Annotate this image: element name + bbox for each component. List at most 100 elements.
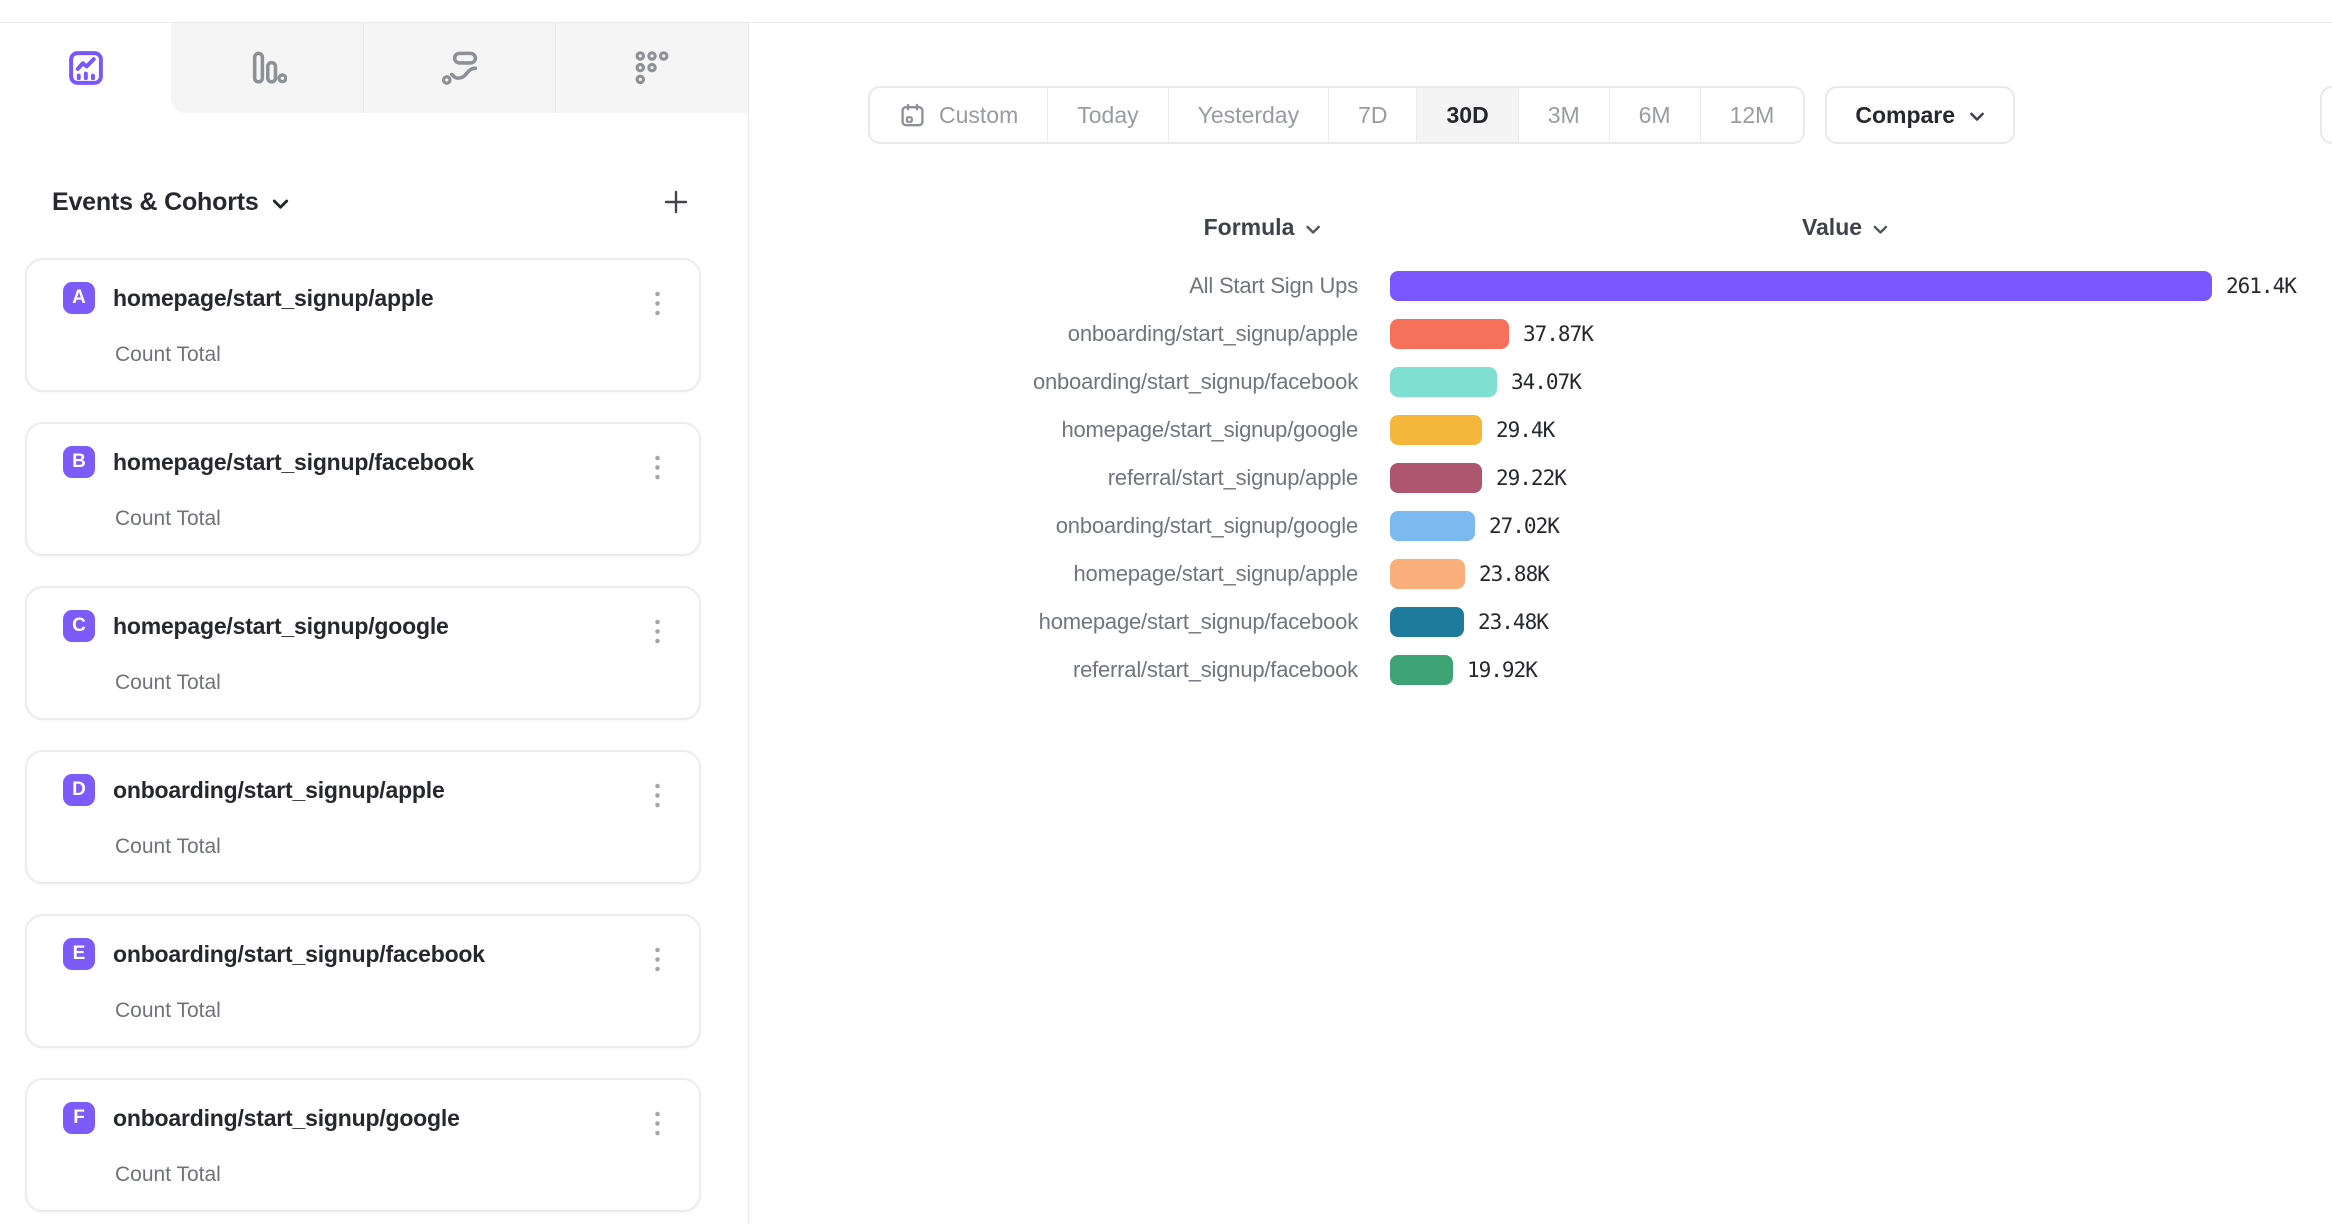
range-button-custom[interactable]: Custom (870, 88, 1047, 142)
event-options-button[interactable] (639, 776, 675, 816)
compare-button[interactable]: Compare (1825, 86, 2015, 144)
event-card-header: Fonboarding/start_signup/google (63, 1102, 460, 1134)
event-card[interactable]: Fonboarding/start_signup/google Count Tot… (25, 1078, 701, 1212)
series-value: 29.4K (1496, 418, 1554, 442)
event-card-header: Bhomepage/start_signup/facebook (63, 446, 474, 478)
series-bar[interactable] (1390, 463, 1482, 493)
series-label: homepage/start_signup/google (900, 417, 1358, 443)
series-label: onboarding/start_signup/apple (900, 321, 1358, 347)
event-letter-badge: D (63, 774, 95, 806)
range-button-7d[interactable]: 7D (1328, 88, 1416, 142)
chart-row: onboarding/start_signup/google27.02K (900, 502, 2296, 550)
chart-row: All Start Sign Ups 261.4K (900, 262, 2296, 310)
event-title: homepage/start_signup/google (113, 613, 449, 640)
events-cohorts-dropdown[interactable]: Events & Cohorts (52, 188, 289, 217)
column-header-value[interactable]: Value (1802, 214, 1888, 241)
chevron-down-icon (1873, 225, 1888, 235)
tab-retention[interactable] (555, 23, 748, 113)
range-label: Yesterday (1198, 102, 1299, 129)
range-label: 3M (1548, 102, 1580, 129)
series-bar[interactable] (1390, 607, 1464, 637)
event-card-header: Donboarding/start_signup/apple (63, 774, 445, 806)
event-title: onboarding/start_signup/google (113, 1105, 460, 1132)
kebab-icon (654, 454, 661, 482)
event-options-button[interactable] (639, 448, 675, 488)
range-label: 7D (1358, 102, 1387, 129)
kebab-icon (654, 946, 661, 974)
plus-icon (661, 187, 691, 217)
series-bar[interactable] (1390, 511, 1475, 541)
calendar-icon (899, 102, 926, 129)
event-options-button[interactable] (639, 1104, 675, 1144)
tab-flow[interactable] (363, 23, 556, 113)
range-button-12m[interactable]: 12M (1700, 88, 1804, 142)
value-header-label: Value (1802, 214, 1862, 241)
event-options-button[interactable] (639, 612, 675, 652)
series-bar[interactable] (1390, 367, 1497, 397)
series-label: referral/start_signup/facebook (900, 657, 1358, 683)
event-metric: Count Total (115, 671, 221, 695)
range-label: Custom (939, 102, 1018, 129)
event-metric: Count Total (115, 999, 221, 1023)
event-card[interactable]: Chomepage/start_signup/google Count Total (25, 586, 701, 720)
series-bar[interactable] (1390, 559, 1465, 589)
event-options-button[interactable] (639, 284, 675, 324)
range-button-yesterday[interactable]: Yesterday (1168, 88, 1328, 142)
range-label: Today (1077, 102, 1138, 129)
event-title: homepage/start_signup/facebook (113, 449, 474, 476)
range-button-6m[interactable]: 6M (1609, 88, 1700, 142)
horizontal-bar-chart: All Start Sign Ups 261.4K onboarding/start… (900, 262, 2296, 694)
series-value: 261.4K (2226, 274, 2296, 298)
event-letter-badge: A (63, 282, 95, 314)
event-card[interactable]: Ahomepage/start_signup/appleCount Total (25, 258, 701, 392)
range-label: 30D (1446, 102, 1488, 129)
event-title: onboarding/start_signup/apple (113, 777, 445, 804)
range-button-today[interactable]: Today (1047, 88, 1167, 142)
event-options-button[interactable] (639, 940, 675, 980)
clipped-edge-button[interactable] (2320, 86, 2332, 144)
event-card-header: Eonboarding/start_signup/facebook (63, 938, 485, 970)
kebab-icon (654, 782, 661, 810)
date-range-toolbar: Custom Today Yesterday 7D 30D 3M 6M12M Compare (868, 86, 2015, 144)
insights-icon (67, 49, 105, 87)
chart-row: onboarding/start_signup/facebook34.07K (900, 358, 2296, 406)
event-card[interactable]: Bhomepage/start_signup/facebookCount Tot… (25, 422, 701, 556)
series-label: All Start Sign Ups (900, 273, 1358, 299)
event-card-header: Chomepage/start_signup/google (63, 610, 449, 642)
chart-row: homepage/start_signup/apple23.88K (900, 550, 2296, 598)
sidebar-header: Events & Cohorts (52, 178, 700, 226)
date-range-group: Custom Today Yesterday 7D 30D 3M 6M12M (868, 86, 1805, 144)
event-metric: Count Total (115, 1163, 221, 1187)
range-button-3m[interactable]: 3M (1518, 88, 1609, 142)
chart-row: homepage/start_signup/google 29.4K (900, 406, 2296, 454)
series-bar[interactable] (1390, 319, 1509, 349)
series-label: homepage/start_signup/facebook (900, 609, 1358, 635)
column-header-formula[interactable]: Formula (1204, 214, 1321, 241)
series-bar[interactable] (1390, 415, 1482, 445)
event-letter-badge: E (63, 938, 95, 970)
series-label: referral/start_signup/apple (900, 465, 1358, 491)
chart-row: onboarding/start_signup/apple37.87K (900, 310, 2296, 358)
event-title: onboarding/start_signup/facebook (113, 941, 485, 968)
series-bar[interactable] (1390, 655, 1453, 685)
event-card[interactable]: Eonboarding/start_signup/facebook Count T… (25, 914, 701, 1048)
chart-row: homepage/start_signup/facebook23.48K (900, 598, 2296, 646)
tab-insights[interactable] (0, 23, 171, 113)
series-value: 34.07K (1511, 370, 1581, 394)
chevron-down-icon (272, 199, 289, 210)
event-letter-badge: C (63, 610, 95, 642)
range-button-30d[interactable]: 30D (1416, 88, 1517, 142)
event-title: homepage/start_signup/apple (113, 285, 434, 312)
chart-row: referral/start_signup/apple 29.22K (900, 454, 2296, 502)
flow-icon (440, 48, 480, 88)
series-value: 23.88K (1479, 562, 1549, 586)
compare-label: Compare (1855, 102, 1955, 129)
series-bar[interactable] (1390, 271, 2212, 301)
add-event-button[interactable] (652, 178, 700, 226)
kebab-icon (654, 290, 661, 318)
series-value: 29.22K (1496, 466, 1566, 490)
tab-bar-chart[interactable] (171, 23, 363, 113)
kebab-icon (654, 618, 661, 646)
event-card[interactable]: Donboarding/start_signup/appleCount Tota… (25, 750, 701, 884)
chart-row: referral/start_signup/facebook19.92K (900, 646, 2296, 694)
